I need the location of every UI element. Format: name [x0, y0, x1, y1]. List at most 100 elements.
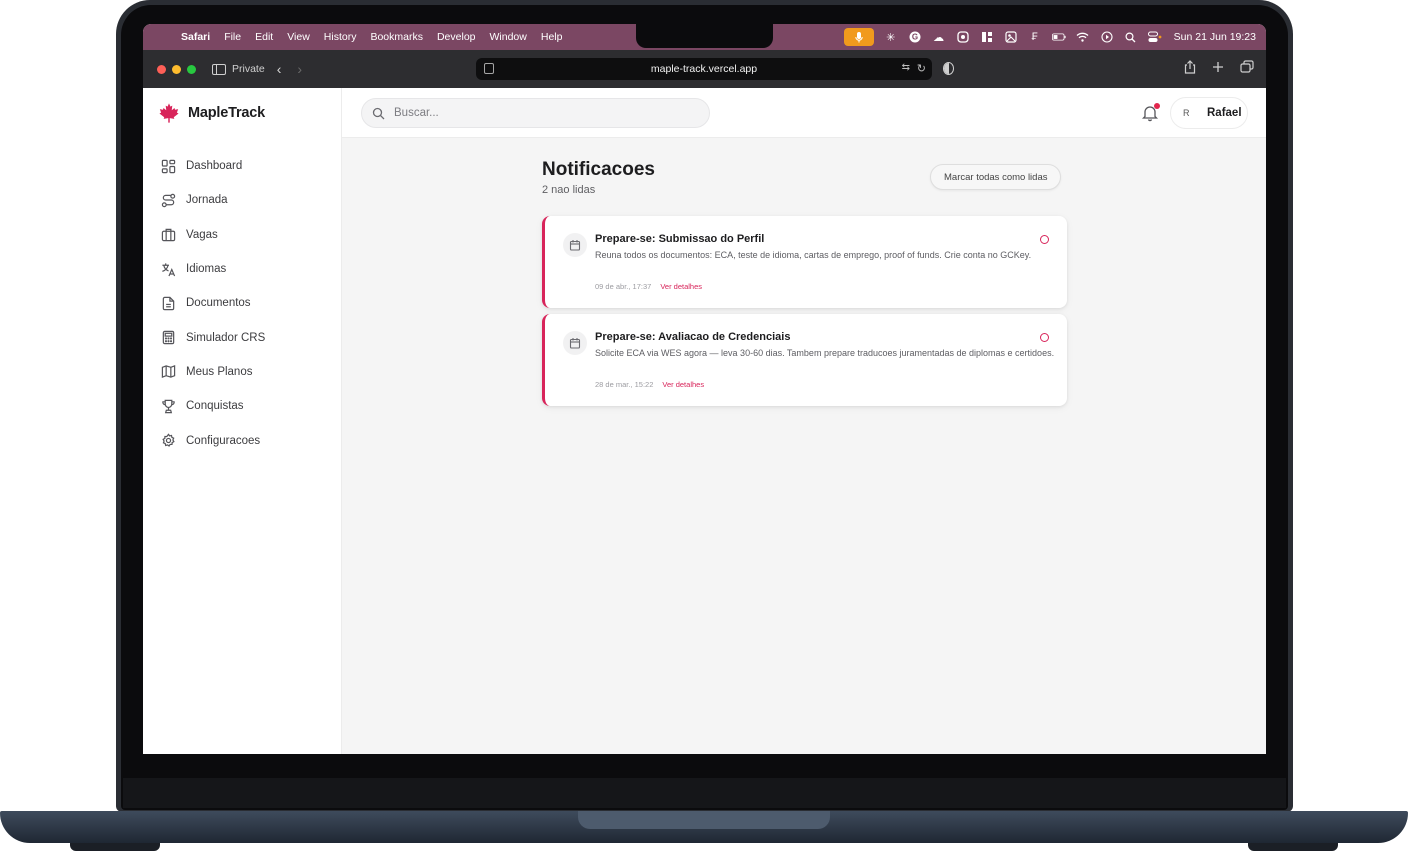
sidebar-item-label: Dashboard	[186, 160, 243, 173]
url-text: maple-track.vercel.app	[650, 63, 758, 75]
view-details-link[interactable]: Ver detalhes	[660, 282, 702, 291]
forward-button[interactable]: ›	[297, 61, 302, 77]
notification-title: Prepare-se: Avaliacao de Credenciais	[595, 331, 791, 343]
sidebar-item-idiomas[interactable]: Idiomas	[143, 252, 342, 286]
private-label: Private	[232, 63, 265, 75]
privacy-shield-icon[interactable]	[943, 62, 954, 75]
languages-icon	[162, 262, 176, 276]
mark-all-read-button[interactable]: Marcar todas como lidas	[930, 164, 1062, 190]
notification-description: Solicite ECA via WES agora — leva 30-60 …	[595, 348, 1055, 358]
menu-view[interactable]: View	[287, 31, 310, 43]
map-icon	[161, 365, 176, 379]
main-content: Notificacoes 2 nao lidas Marcar todas co…	[342, 138, 1266, 754]
sidebar-item-label: Conquistas	[186, 400, 244, 413]
wifi-icon[interactable]	[1076, 30, 1090, 44]
play-icon[interactable]	[1100, 30, 1114, 44]
notification-card[interactable]: Prepare-se: Avaliacao de Credenciais Sol…	[542, 314, 1067, 406]
sparkle-icon[interactable]: ✳	[884, 30, 898, 44]
macos-menubar: Safari File Edit View History Bookmarks …	[143, 24, 1266, 50]
page-title: Notificacoes	[542, 159, 655, 180]
notification-dot	[1154, 103, 1160, 109]
sidebar: MapleTrack Dashboard Jornada Vagas Idiom…	[143, 88, 342, 754]
fullscreen-window-button[interactable]	[187, 64, 196, 74]
screen-capture-icon[interactable]	[956, 30, 970, 44]
sidebar-item-label: Documentos	[186, 297, 251, 310]
avatar: R	[1183, 108, 1190, 118]
topbar: R Rafael	[342, 88, 1266, 138]
mark-read-button[interactable]	[1040, 333, 1049, 342]
unread-count: 2 nao lidas	[542, 184, 596, 196]
notification-meta: 09 de abr., 17:37 Ver detalhes	[595, 282, 702, 291]
sidebar-item-label: Vagas	[186, 228, 218, 241]
address-bar[interactable]: maple-track.vercel.app ⇆ ↻	[476, 58, 932, 80]
sidebar-item-conquistas[interactable]: Conquistas	[143, 389, 342, 423]
search-input[interactable]	[394, 107, 674, 119]
menu-app-name[interactable]: Safari	[181, 31, 210, 43]
reload-icon[interactable]: ↻	[917, 62, 926, 75]
maple-track-app: MapleTrack Dashboard Jornada Vagas Idiom…	[143, 88, 1266, 754]
sidebar-item-configuracoes[interactable]: Configuracoes	[143, 423, 342, 457]
notification-timestamp: 09 de abr., 17:37	[595, 282, 652, 291]
cloud-icon[interactable]: ☁	[932, 30, 946, 44]
menu-history[interactable]: History	[324, 31, 357, 43]
translate-icon[interactable]: ⇆	[902, 62, 910, 73]
sidebar-icon	[212, 63, 226, 75]
tabs-overview-icon[interactable]	[1240, 60, 1254, 77]
sidebar-item-documentos[interactable]: Documentos	[143, 286, 342, 320]
sidebar-item-jornada[interactable]: Jornada	[143, 183, 342, 217]
user-menu-button[interactable]: R Rafael	[1170, 97, 1248, 129]
sidebar-item-label: Configuracoes	[186, 434, 261, 447]
window-controls	[157, 64, 196, 74]
sidebar-item-meus-planos[interactable]: Meus Planos	[143, 355, 342, 389]
control-center-icon[interactable]	[1147, 30, 1162, 44]
notification-meta: 28 de mar., 15:22 Ver detalhes	[595, 380, 704, 389]
menu-file[interactable]: File	[224, 31, 241, 43]
laptop-frame: Safari File Edit View History Bookmarks …	[0, 0, 1408, 853]
menu-help[interactable]: Help	[541, 31, 563, 43]
laptop-foot	[70, 843, 160, 851]
microphone-icon[interactable]	[843, 28, 874, 46]
sidebar-item-label: Simulador CRS	[186, 331, 266, 344]
sidebar-item-label: Jornada	[186, 194, 228, 207]
sidebar-toggle-button[interactable]: Private	[212, 63, 265, 75]
sidebar-nav: Dashboard Jornada Vagas Idiomas Document…	[143, 149, 342, 458]
menubar-clock[interactable]: Sun 21 Jun 19:23	[1174, 31, 1256, 43]
gallery-icon[interactable]	[1004, 30, 1018, 44]
sidebar-item-label: Idiomas	[186, 263, 227, 276]
layout-icon[interactable]	[980, 30, 994, 44]
sidebar-item-vagas[interactable]: Vagas	[143, 218, 342, 252]
view-details-link[interactable]: Ver detalhes	[662, 380, 704, 389]
brand[interactable]: MapleTrack	[158, 102, 265, 124]
menu-window[interactable]: Window	[490, 31, 527, 43]
search-box[interactable]	[361, 98, 710, 128]
sidebar-item-dashboard[interactable]: Dashboard	[143, 149, 342, 183]
calendar-icon	[563, 233, 587, 257]
screen: Safari File Edit View History Bookmarks …	[143, 24, 1266, 754]
minimize-window-button[interactable]	[172, 64, 181, 74]
user-name: Rafael	[1207, 107, 1242, 119]
figma-icon[interactable]: ₣	[1028, 30, 1042, 44]
laptop-foot	[1248, 843, 1338, 851]
menu-edit[interactable]: Edit	[255, 31, 273, 43]
document-icon	[162, 296, 175, 311]
spotlight-search-icon[interactable]	[1124, 30, 1138, 44]
tab-overview-icon[interactable]	[484, 63, 494, 74]
menubar-status-area: ✳ G ☁ ₣ Sun 21 Jun 19:23	[843, 24, 1256, 50]
toolbar-actions	[1184, 60, 1254, 77]
back-button[interactable]: ‹	[277, 61, 282, 77]
new-tab-icon[interactable]	[1212, 60, 1224, 77]
mark-read-button[interactable]	[1040, 235, 1049, 244]
gear-icon	[162, 433, 175, 447]
briefcase-icon	[161, 228, 176, 242]
trophy-icon	[162, 399, 175, 413]
grammarly-icon[interactable]: G	[908, 30, 922, 44]
share-icon[interactable]	[1184, 60, 1196, 77]
notification-description: Reuna todos os documentos: ECA, teste de…	[595, 250, 1032, 260]
route-icon	[161, 193, 176, 208]
notification-card[interactable]: Prepare-se: Submissao do Perfil Reuna to…	[542, 216, 1067, 308]
sidebar-item-simulador-crs[interactable]: Simulador CRS	[143, 320, 342, 354]
menu-bookmarks[interactable]: Bookmarks	[370, 31, 423, 43]
safari-toolbar: Private ‹ › maple-track.vercel.app ⇆ ↻	[143, 50, 1266, 88]
close-window-button[interactable]	[157, 64, 166, 74]
menu-develop[interactable]: Develop	[437, 31, 476, 43]
